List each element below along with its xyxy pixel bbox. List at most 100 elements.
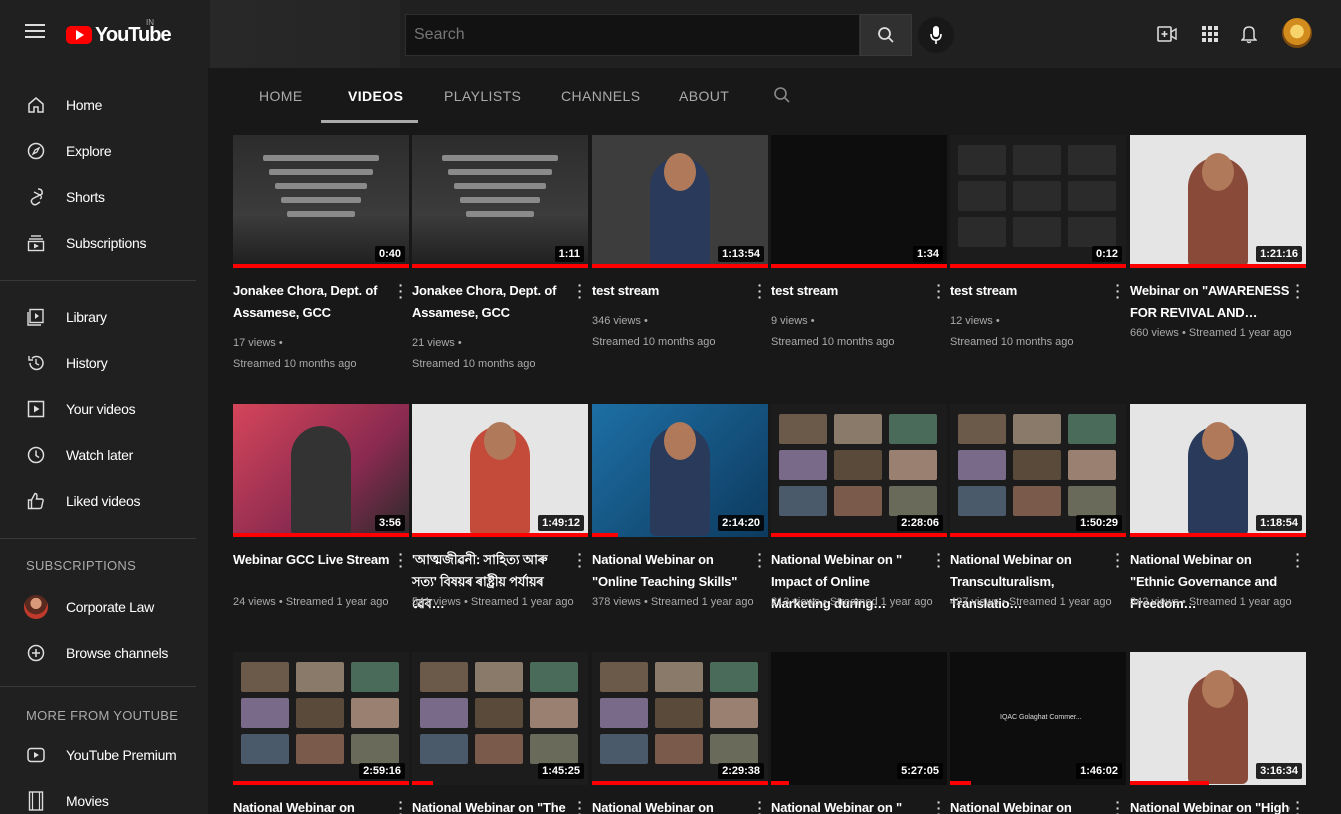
video-title[interactable]: National Webinar on "Online Teaching Ski… — [592, 549, 752, 593]
video-card[interactable]: 1:45:25 National Webinar on "The · · · — [412, 652, 588, 814]
video-title[interactable]: National Webinar on — [950, 797, 1110, 814]
video-thumbnail[interactable]: 0:12 — [950, 135, 1126, 268]
video-thumbnail[interactable]: 1:50:29 — [950, 404, 1126, 537]
video-card[interactable]: 1:34 test stream · · · 9 views • Streamed 10 m… — [771, 135, 947, 375]
video-title[interactable]: Webinar GCC Live Stream — [233, 549, 393, 571]
video-thumbnail[interactable]: 1:34 — [771, 135, 947, 268]
more-options-icon[interactable]: · · · — [397, 795, 405, 814]
more-options-icon[interactable]: · · · — [935, 278, 943, 304]
more-options-icon[interactable]: · · · — [397, 547, 405, 573]
video-title[interactable]: National Webinar on — [233, 797, 393, 814]
video-thumbnail[interactable]: 3:56 — [233, 404, 409, 537]
video-card[interactable]: 2:28:06 National Webinar on " Impact of O… — [771, 404, 947, 644]
video-card[interactable]: 5:27:05 National Webinar on " · · · — [771, 652, 947, 814]
channel-search-icon[interactable] — [773, 86, 793, 106]
more-options-icon[interactable]: · · · — [756, 795, 764, 814]
participant-tile — [958, 217, 1006, 247]
video-thumbnail[interactable]: 3:16:34 — [1130, 652, 1306, 785]
search-input[interactable] — [406, 15, 859, 55]
video-thumbnail[interactable]: 1:45:25 — [412, 652, 588, 785]
video-thumbnail[interactable]: 2:59:16 — [233, 652, 409, 785]
user-avatar[interactable] — [1282, 18, 1312, 48]
video-thumbnail[interactable]: 5:27:05 — [771, 652, 947, 785]
video-card[interactable]: 0:12 test stream · · · 12 views • Streamed 10 … — [950, 135, 1126, 375]
video-title[interactable]: National Webinar on "The — [412, 797, 572, 814]
more-options-icon[interactable]: · · · — [756, 278, 764, 304]
video-card[interactable]: 3:16:34 National Webinar on "Higher · · · — [1130, 652, 1306, 814]
more-options-icon[interactable]: · · · — [397, 278, 405, 304]
video-card[interactable]: IQAC Golaghat Commer... 1:46:02 National W… — [950, 652, 1126, 814]
notifications-bell-icon[interactable] — [1237, 22, 1261, 46]
video-thumbnail[interactable]: 2:14:20 — [592, 404, 768, 537]
more-options-icon[interactable]: · · · — [576, 278, 584, 304]
video-title[interactable]: test stream — [592, 280, 752, 302]
video-card[interactable]: 1:18:54 National Webinar on "Ethnic Gover… — [1130, 404, 1306, 644]
video-thumbnail[interactable]: 1:18:54 — [1130, 404, 1306, 537]
more-options-icon[interactable]: · · · — [1114, 278, 1122, 304]
video-card[interactable]: 1:13:54 test stream · · · 346 views • Streamed… — [592, 135, 768, 375]
video-card[interactable]: 2:59:16 National Webinar on · · · — [233, 652, 409, 814]
tab-home[interactable]: HOME — [259, 88, 303, 104]
sidebar-item-home[interactable]: Home — [0, 85, 208, 125]
sidebar-item-liked-videos[interactable]: Liked videos — [0, 481, 208, 521]
tab-playlists[interactable]: PLAYLISTS — [444, 88, 521, 104]
video-thumbnail[interactable]: 1:11 — [412, 135, 588, 268]
hamburger-menu-icon[interactable] — [24, 22, 46, 44]
more-options-icon[interactable]: · · · — [576, 795, 584, 814]
video-card[interactable]: 3:56 Webinar GCC Live Stream · · · 24 views •… — [233, 404, 409, 644]
video-title[interactable]: National Webinar on — [592, 797, 752, 814]
sidebar-item-browse-channels[interactable]: Browse channels — [0, 633, 208, 673]
more-options-icon[interactable]: · · · — [756, 547, 764, 573]
sidebar-item-corporate-law[interactable]: Corporate Law — [0, 587, 208, 627]
more-options-icon[interactable]: · · · — [1114, 547, 1122, 573]
video-title[interactable]: Jonakee Chora, Dept. of Assamese, GCC — [233, 280, 393, 324]
sidebar-item-shorts[interactable]: Shorts — [0, 177, 208, 217]
video-title[interactable]: National Webinar on " — [771, 797, 931, 814]
sidebar-item-explore[interactable]: Explore — [0, 131, 208, 171]
video-thumbnail[interactable]: 1:21:16 — [1130, 135, 1306, 268]
more-options-icon[interactable]: · · · — [935, 547, 943, 573]
sidebar-item-watch-later[interactable]: Watch later — [0, 435, 208, 475]
apps-grid-icon[interactable] — [1198, 22, 1222, 46]
video-card[interactable]: 1:21:16 Webinar on "AWARENESS FOR REVIVAL… — [1130, 135, 1306, 375]
video-card[interactable]: 1:49:12 'আত্মজীৱনী: সাহিত্য আৰু সত্য' বিষ… — [412, 404, 588, 644]
video-title[interactable]: National Webinar on "Higher — [1130, 797, 1290, 814]
video-title[interactable]: Jonakee Chora, Dept. of Assamese, GCC — [412, 280, 572, 324]
video-card[interactable]: 2:14:20 National Webinar on "Online Teach… — [592, 404, 768, 644]
more-options-icon[interactable]: · · · — [935, 795, 943, 814]
more-options-icon[interactable]: · · · — [1294, 278, 1302, 304]
tab-videos[interactable]: VIDEOS — [348, 88, 403, 104]
tab-about[interactable]: ABOUT — [679, 88, 729, 104]
sidebar-item-movies[interactable]: Movies — [0, 781, 208, 814]
video-card[interactable]: 2:29:38 National Webinar on · · · — [592, 652, 768, 814]
voice-search-button[interactable] — [918, 17, 954, 53]
video-thumbnail[interactable]: IQAC Golaghat Commer... 1:46:02 — [950, 652, 1126, 785]
video-title[interactable]: test stream — [950, 280, 1110, 302]
more-options-icon[interactable]: · · · — [1114, 795, 1122, 814]
library-icon — [26, 307, 46, 327]
video-thumbnail[interactable]: 0:40 — [233, 135, 409, 268]
create-video-icon[interactable] — [1155, 22, 1179, 46]
more-options-icon[interactable]: · · · — [1294, 795, 1302, 814]
sidebar-item-your-videos[interactable]: Your videos — [0, 389, 208, 429]
sidebar-item-youtube-premium[interactable]: YouTube Premium — [0, 735, 208, 775]
video-thumbnail[interactable]: 1:49:12 — [412, 404, 588, 537]
youtube-logo[interactable]: YouTube — [66, 22, 172, 48]
search-button[interactable] — [860, 14, 912, 56]
video-thumbnail[interactable]: 2:28:06 — [771, 404, 947, 537]
video-thumbnail[interactable]: 1:13:54 — [592, 135, 768, 268]
video-title[interactable]: test stream — [771, 280, 931, 302]
video-title[interactable]: Webinar on "AWARENESS FOR REVIVAL AND… — [1130, 280, 1290, 324]
sidebar-item-history[interactable]: History — [0, 343, 208, 383]
sidebar-item-library[interactable]: Library — [0, 297, 208, 337]
more-options-icon[interactable]: · · · — [1294, 547, 1302, 573]
video-thumbnail[interactable]: 2:29:38 — [592, 652, 768, 785]
video-card[interactable]: 1:50:29 National Webinar on Transcultural… — [950, 404, 1126, 644]
video-card[interactable]: 0:40 Jonakee Chora, Dept. of Assamese, GC… — [233, 135, 409, 375]
tab-channels[interactable]: CHANNELS — [561, 88, 640, 104]
video-card[interactable]: 1:11 Jonakee Chora, Dept. of Assamese, GC… — [412, 135, 588, 375]
sidebar-item-subscriptions[interactable]: Subscriptions — [0, 223, 208, 263]
more-options-icon[interactable]: · · · — [576, 547, 584, 573]
ui-bar — [269, 169, 373, 175]
compass-icon — [26, 141, 46, 161]
